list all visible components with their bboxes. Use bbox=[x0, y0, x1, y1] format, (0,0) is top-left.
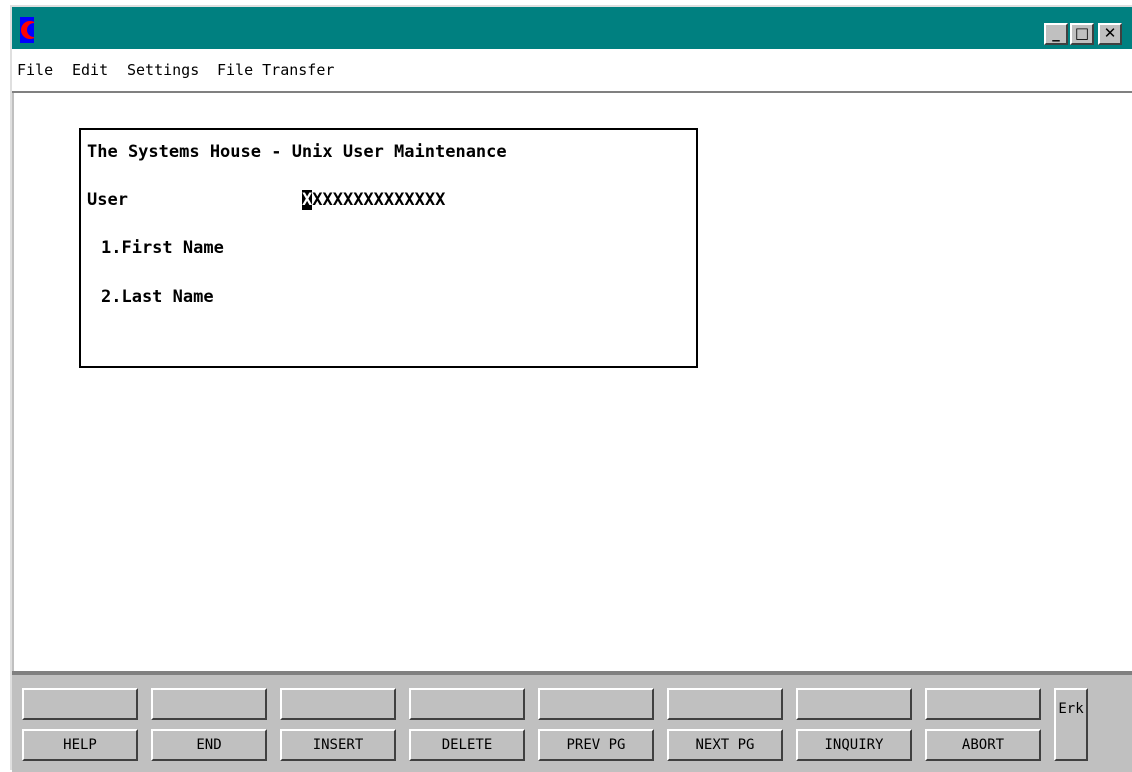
fkey-top-8[interactable] bbox=[925, 688, 1041, 720]
menu-file-transfer[interactable]: File Transfer bbox=[217, 61, 334, 79]
minimize-button[interactable]: _ bbox=[1044, 23, 1068, 45]
menu-file[interactable]: File bbox=[17, 61, 53, 79]
delete-button[interactable]: DELETE bbox=[409, 729, 525, 761]
function-key-bar: HELP END INSERT DELETE PREV PG NEXT PG I… bbox=[12, 675, 1132, 772]
terminal-screen[interactable]: The Systems House - Unix User Maintenanc… bbox=[14, 93, 1132, 671]
first-name-label: 1.First Name bbox=[101, 238, 224, 258]
user-input[interactable]: XXXXXXXXXXXXXX bbox=[302, 190, 445, 210]
inquiry-button[interactable]: INQUIRY bbox=[796, 729, 912, 761]
menu-settings[interactable]: Settings bbox=[127, 61, 199, 79]
insert-button[interactable]: INSERT bbox=[280, 729, 396, 761]
last-name-label: 2.Last Name bbox=[101, 287, 214, 307]
text-cursor: X bbox=[302, 190, 313, 210]
help-button[interactable]: HELP bbox=[22, 729, 138, 761]
menu-bar: File Edit Settings File Transfer bbox=[12, 49, 1132, 91]
erk-button[interactable]: Erk bbox=[1054, 688, 1088, 761]
user-label: User bbox=[87, 190, 128, 210]
user-input-value: XXXXXXXXXXXXX bbox=[312, 190, 446, 210]
maintenance-form: The Systems House - Unix User Maintenanc… bbox=[79, 128, 698, 368]
application-window: _ □ ✕ File Edit Settings File Transfer T… bbox=[10, 5, 1132, 772]
fkey-top-7[interactable] bbox=[796, 688, 912, 720]
fkey-top-1[interactable] bbox=[22, 688, 138, 720]
next-page-button[interactable]: NEXT PG bbox=[667, 729, 783, 761]
maximize-button[interactable]: □ bbox=[1070, 23, 1094, 45]
fkey-top-6[interactable] bbox=[667, 688, 783, 720]
abort-button[interactable]: ABORT bbox=[925, 729, 1041, 761]
end-button[interactable]: END bbox=[151, 729, 267, 761]
fkey-top-5[interactable] bbox=[538, 688, 654, 720]
fkey-top-4[interactable] bbox=[409, 688, 525, 720]
prev-page-button[interactable]: PREV PG bbox=[538, 729, 654, 761]
close-button[interactable]: ✕ bbox=[1098, 23, 1122, 45]
title-bar[interactable]: _ □ ✕ bbox=[12, 7, 1132, 49]
fkey-top-2[interactable] bbox=[151, 688, 267, 720]
form-title: The Systems House - Unix User Maintenanc… bbox=[87, 142, 507, 162]
menu-edit[interactable]: Edit bbox=[72, 61, 108, 79]
fkey-top-3[interactable] bbox=[280, 688, 396, 720]
crescent-app-icon[interactable] bbox=[20, 17, 34, 43]
